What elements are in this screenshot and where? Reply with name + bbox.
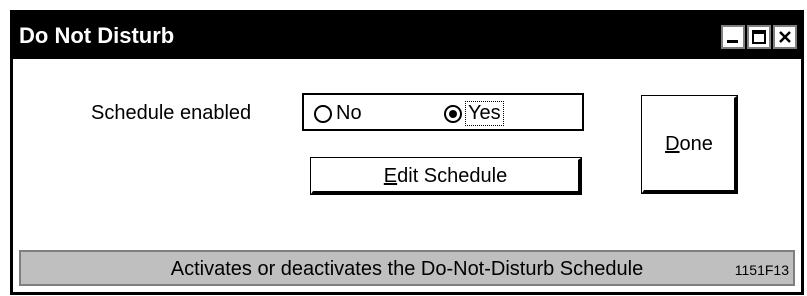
done-mnemonic: D (665, 133, 680, 155)
figure-id: 1151F13 (734, 262, 789, 278)
schedule-enabled-label: Schedule enabled (91, 102, 252, 124)
title-bar: Do Not Disturb (13, 13, 801, 59)
edit-schedule-label: dit Schedule (397, 165, 508, 187)
minimize-button[interactable] (721, 25, 745, 49)
do-not-disturb-window: Do Not Disturb Schedule enabled No Yes E… (10, 10, 804, 295)
edit-schedule-button[interactable]: Edit Schedule (310, 157, 582, 195)
radio-checked-icon (444, 104, 462, 123)
maximize-button[interactable] (747, 25, 771, 49)
window-controls (721, 25, 797, 49)
radio-unchecked-icon (314, 104, 332, 123)
radio-yes-label: Yes (465, 101, 504, 126)
close-icon (779, 31, 791, 43)
window-title: Do Not Disturb (19, 23, 175, 48)
done-label: one (679, 133, 713, 155)
radio-yes[interactable]: Yes (444, 101, 504, 126)
status-text: Activates or deactivates the Do-Not-Dist… (170, 258, 644, 280)
close-button[interactable] (773, 25, 797, 49)
edit-schedule-mnemonic: E (383, 165, 398, 187)
maximize-icon (752, 30, 766, 44)
radio-no[interactable]: No (314, 102, 362, 125)
minimize-icon (727, 40, 738, 43)
schedule-radio-group: No Yes (302, 93, 584, 131)
status-bar: Activates or deactivates the Do-Not-Dist… (19, 250, 795, 286)
radio-no-label: No (336, 102, 362, 124)
done-button[interactable]: Done (641, 95, 738, 194)
